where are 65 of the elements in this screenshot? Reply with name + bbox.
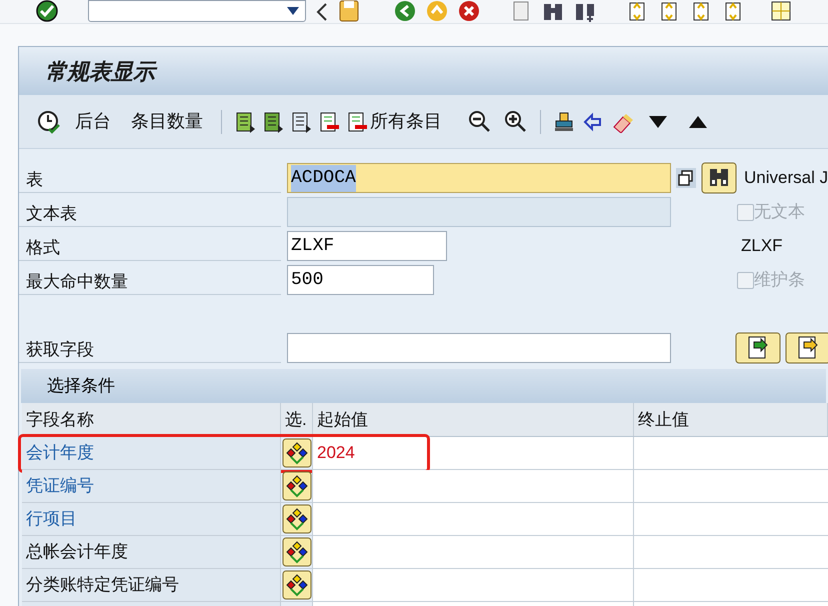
column-header[interactable]: 字段名称	[22, 403, 281, 436]
copy-icon[interactable]	[674, 166, 698, 190]
checkbox-label: 无文本	[754, 201, 805, 224]
toolbar-button[interactable]: 条目数量	[131, 108, 203, 135]
column-header[interactable]: 终止值	[634, 403, 828, 436]
toolbar-button[interactable]: 后台	[37, 108, 111, 135]
input-field[interactable]	[634, 437, 828, 469]
remove-all-icon[interactable]	[346, 110, 368, 132]
options-button-icon[interactable]	[282, 570, 312, 600]
select-all-icon[interactable]	[234, 110, 256, 132]
field-label: 最大命中数量	[19, 265, 281, 295]
select-block-icon[interactable]	[262, 110, 284, 132]
field-label: 文本表	[19, 197, 281, 227]
input-field[interactable]	[287, 197, 671, 227]
field-label: 格式	[19, 231, 281, 261]
input-field[interactable]: 2024	[313, 437, 634, 469]
input-field[interactable]	[634, 536, 828, 568]
cancel-circle-icon[interactable]	[458, 0, 480, 22]
input-field[interactable]	[313, 470, 634, 502]
zoom-in-icon[interactable]	[504, 110, 528, 134]
description-text: ZLXF	[741, 235, 783, 258]
column-header[interactable]: 选.	[281, 403, 313, 436]
input-field[interactable]: ACDOCA	[287, 163, 671, 193]
table-cell: 会计年度	[22, 437, 281, 469]
toolbar-button[interactable]: 所有条目	[346, 108, 442, 135]
options-button-icon[interactable]	[282, 504, 312, 534]
options-button-icon[interactable]	[282, 471, 312, 501]
input-field[interactable]	[313, 503, 634, 535]
table-cell: 行项目	[22, 503, 281, 535]
stamp-icon[interactable]	[553, 110, 575, 132]
field-label: 表	[19, 163, 281, 193]
table-cell: 分类账特定凭证编号	[22, 569, 281, 601]
check-icon[interactable]	[36, 0, 58, 22]
transfer-out-icon[interactable]	[785, 332, 828, 364]
dropdown-icon[interactable]	[287, 7, 299, 15]
command-field[interactable]	[88, 0, 306, 22]
options-button-icon[interactable]	[282, 537, 312, 567]
column-header[interactable]: 起始值	[313, 403, 634, 436]
save-icon[interactable]	[338, 0, 360, 22]
input-field[interactable]: ZLXF	[287, 231, 447, 261]
table-cell: 凭证编号	[22, 470, 281, 502]
screen-title: 常规表显示	[45, 54, 155, 88]
options-button-icon[interactable]	[282, 438, 312, 468]
input-field[interactable]	[287, 333, 671, 363]
clock-check-icon[interactable]	[37, 110, 61, 134]
transfer-in-icon[interactable]	[735, 332, 781, 364]
input-field[interactable]: 500	[287, 265, 434, 295]
input-field[interactable]	[634, 569, 828, 601]
section-title: 选择条件	[47, 375, 115, 398]
zoom-out-icon[interactable]	[468, 110, 492, 134]
field-label: 获取字段	[19, 333, 281, 363]
input-field[interactable]	[634, 503, 828, 535]
triangle-up-icon[interactable]	[689, 116, 707, 128]
table-cell: 总帐会计年度	[22, 536, 281, 568]
input-field[interactable]	[634, 470, 828, 502]
back-circle-icon[interactable]	[394, 0, 416, 22]
deselect-icon[interactable]	[290, 110, 312, 132]
input-field[interactable]	[313, 536, 634, 568]
input-field[interactable]	[313, 569, 634, 601]
checkbox-label: 维护条	[754, 269, 805, 292]
description-text: Universal J	[744, 167, 828, 190]
triangle-down-icon[interactable]	[649, 116, 667, 128]
layout-icon[interactable]	[770, 0, 792, 22]
remove-line-icon[interactable]	[318, 110, 340, 132]
binoculars-button-icon[interactable]	[701, 162, 737, 194]
